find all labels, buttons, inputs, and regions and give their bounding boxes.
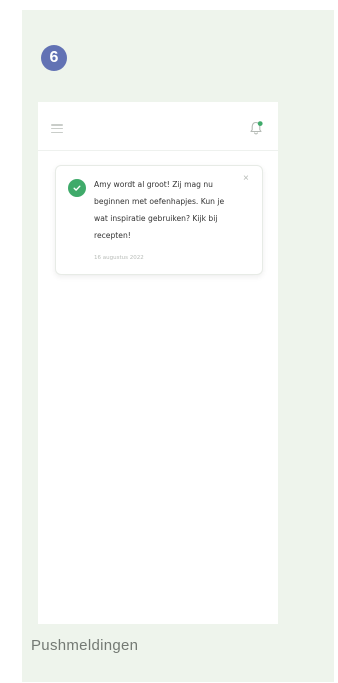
phone-screen: Amy wordt al groot! Zij mag nu beginnen … [38,102,278,624]
notification-card[interactable]: Amy wordt al groot! Zij mag nu beginnen … [55,165,263,275]
check-circle-icon [68,179,86,197]
hamburger-icon[interactable] [51,124,63,133]
step-number-badge: 6 [41,45,67,71]
app-header [38,102,278,151]
notification-date: 16 augustus 2022 [94,255,144,261]
close-icon[interactable]: × [243,174,249,184]
bell-icon[interactable] [248,120,264,136]
caption: Pushmeldingen [31,637,139,654]
notification-message: Amy wordt al groot! Zij mag nu beginnen … [94,180,225,240]
